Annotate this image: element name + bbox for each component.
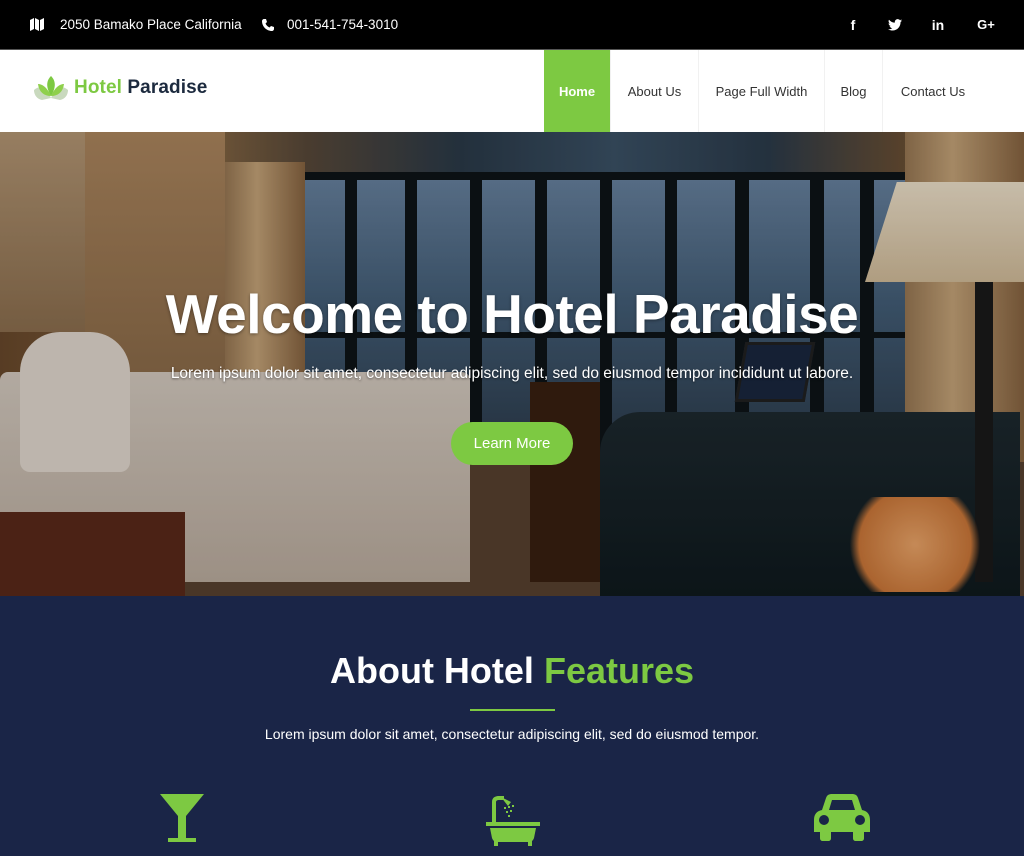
address-text: 2050 Bamako Place California [60,17,242,32]
about-features-section: About Hotel Features Lorem ipsum dolor s… [0,596,1024,856]
title-divider [470,709,555,711]
cocktail-icon [160,794,204,842]
logo[interactable]: Hotel Paradise [32,74,207,102]
nav-contact-us[interactable]: Contact Us [883,50,983,132]
car-icon [814,794,870,841]
nav-page-full-width[interactable]: Page Full Width [699,50,825,132]
map-icon [30,18,44,31]
about-subtitle: Lorem ipsum dolor sit amet, consectetur … [264,726,760,742]
phone-text[interactable]: 001-541-754-3010 [287,17,398,32]
google-plus-icon[interactable]: G+ [974,0,998,49]
bathtub-icon [486,796,540,846]
address-info: 2050 Bamako Place California [30,0,242,49]
lotus-icon [34,76,68,100]
main-nav: Home About Us Page Full Width Blog Conta… [544,50,983,132]
learn-more-button[interactable]: Learn More [451,422,573,465]
linkedin-icon[interactable]: in [926,0,950,49]
nav-blog[interactable]: Blog [825,50,883,132]
twitter-icon[interactable] [883,0,907,49]
nav-about-us[interactable]: About Us [611,50,699,132]
hero-title: Welcome to Hotel Paradise [165,283,859,345]
site-header: Hotel Paradise Home About Us Page Full W… [0,49,1024,132]
about-title: About Hotel Features [329,650,695,691]
hero-banner: Welcome to Hotel Paradise Lorem ipsum do… [0,132,1024,596]
hero-subtitle: Lorem ipsum dolor sit amet, consectetur … [170,365,854,382]
phone-info: 001-541-754-3010 [262,0,398,49]
nav-home[interactable]: Home [544,50,611,132]
logo-text: Hotel Paradise [74,77,208,98]
facebook-icon[interactable]: f [841,0,865,49]
hero-overlay [0,132,1024,596]
top-bar: 2050 Bamako Place California 001-541-754… [0,0,1024,49]
phone-icon [262,18,274,31]
